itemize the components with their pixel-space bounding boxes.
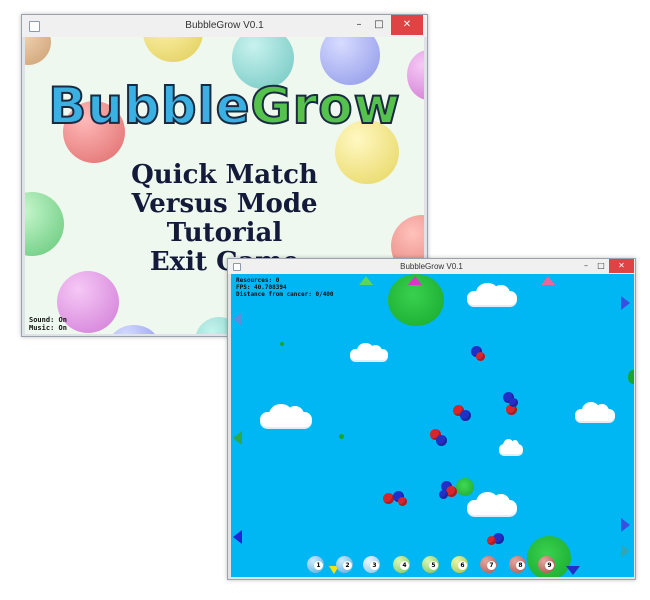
scroll-up-arrow-icon[interactable] [541,276,555,285]
slot-number: 1 [314,561,323,570]
blue-cell [460,410,471,421]
logo-part-bubble: Bubble [47,76,251,136]
unit-slot-5[interactable]: 5 [422,556,439,573]
cloud [575,402,615,421]
audio-status: Sound: On Music: On [29,316,67,332]
scroll-left-arrow-icon[interactable] [233,530,242,544]
unit-slot-4[interactable]: 4 [393,556,410,573]
minimize-button[interactable]: – [349,15,369,35]
scroll-left-arrow-icon[interactable] [233,312,242,326]
resources-counter: Resources: 0 [236,277,280,284]
green-edge-cell [628,370,634,384]
unit-slot-7[interactable]: 7 [480,556,497,573]
logo-part-grow: Grow [250,76,401,136]
scroll-right-arrow-icon[interactable] [621,518,630,532]
sound-toggle[interactable]: Sound: On [29,316,67,324]
slot-number: 6 [458,561,467,570]
music-toggle[interactable]: Music: On [29,324,67,332]
red-cell [487,536,496,545]
menu-titlebar[interactable]: BubbleGrow V0.1 – □ ✕ [22,15,427,37]
slot-number: 4 [400,561,409,570]
distance-counter: Distance from cancer: 0/400 [236,291,334,298]
game-field[interactable]: Resources: 0 FPS: 40.708394 Distance fro… [231,274,634,577]
close-button[interactable]: ✕ [391,15,423,35]
unit-slot-1[interactable]: 1 [307,556,324,573]
red-cell [476,352,485,361]
game-titlebar[interactable]: BubbleGrow V0.1 – □ ✕ [228,259,635,274]
blue-cell [439,490,448,499]
slot-number: 9 [545,561,554,570]
scroll-up-arrow-icon[interactable] [408,276,422,285]
bubble-decoration [109,325,159,334]
cloud [350,342,388,360]
green-cell [456,478,474,496]
slot-number: 7 [487,561,496,570]
scroll-down-arrow-icon[interactable] [566,566,580,575]
slot-number: 2 [343,561,352,570]
cloud [499,438,523,454]
unit-slot-8[interactable]: 8 [509,556,526,573]
game-logo: BubbleGrow [25,76,424,136]
game-window-title: BubbleGrow V0.1 [400,262,463,271]
blue-cell [436,435,447,446]
cloud [467,283,517,305]
green-dot [280,342,284,346]
unit-slot-2[interactable]: 2 [336,556,353,573]
blue-cell [509,398,518,407]
menu-item-quick-match[interactable]: Quick Match [25,161,424,190]
maximize-button[interactable]: □ [594,259,608,273]
menu-item-versus-mode[interactable]: Versus Mode [25,190,424,219]
maximize-button[interactable]: □ [369,15,389,35]
game-window: BubbleGrow V0.1 – □ ✕ Resources: 0 FPS: … [227,258,636,580]
scroll-left-arrow-icon[interactable] [233,431,242,445]
red-cell [398,497,407,506]
cloud [467,491,517,515]
slot-number: 8 [516,561,525,570]
bubble-decoration [143,37,203,62]
slot-number: 3 [370,561,379,570]
bubble-decoration [25,37,51,65]
hud-stats: Resources: 0 FPS: 40.708394 Distance fro… [236,277,334,298]
scroll-right-arrow-icon[interactable] [621,296,630,310]
cloud [260,403,312,427]
scroll-right-arrow-icon[interactable] [621,544,630,558]
scroll-up-arrow-icon[interactable] [359,276,373,285]
close-button[interactable]: ✕ [609,259,634,273]
slot-number: 5 [429,561,438,570]
menu-item-tutorial[interactable]: Tutorial [25,219,424,248]
unit-slot-6[interactable]: 6 [451,556,468,573]
fps-counter: FPS: 40.708394 [236,284,287,291]
minimize-button[interactable]: – [578,259,594,273]
green-dot [339,434,344,439]
unit-slot-9[interactable]: 9 [538,556,555,573]
unit-slot-3[interactable]: 3 [363,556,380,573]
